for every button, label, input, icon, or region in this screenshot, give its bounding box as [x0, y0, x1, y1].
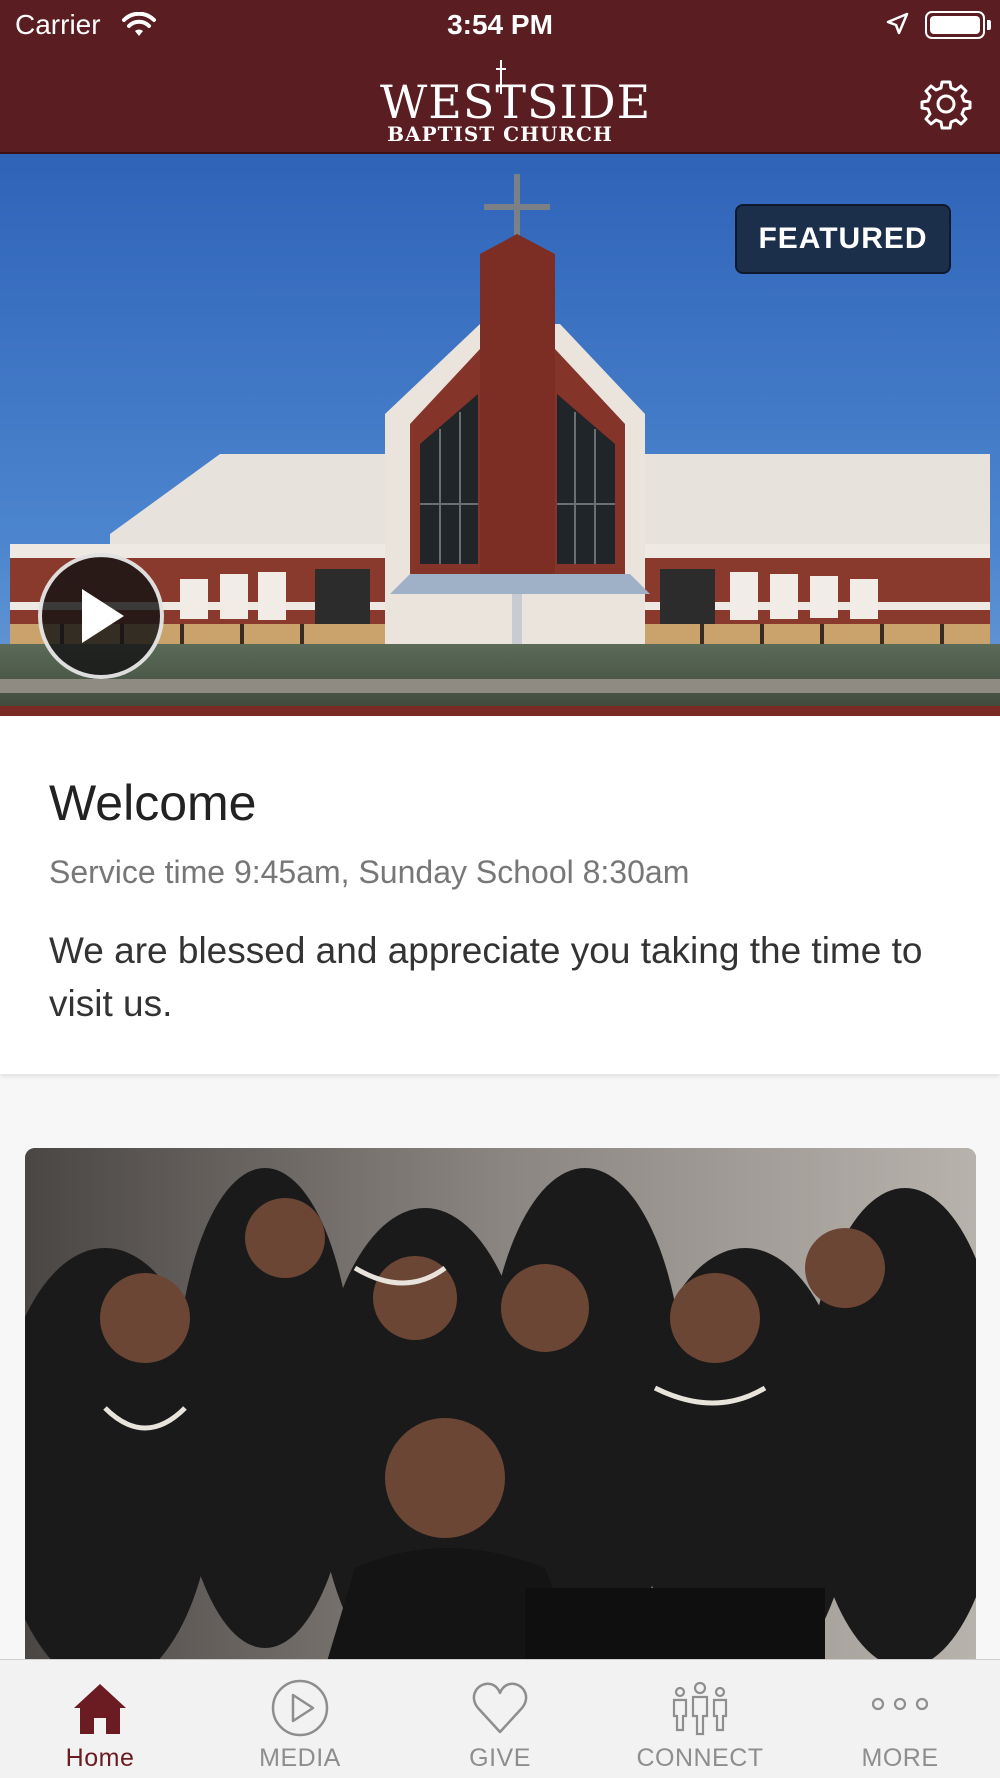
play-button[interactable]: [38, 553, 164, 679]
home-icon: [74, 1684, 126, 1734]
people-icon: [672, 1681, 728, 1736]
logo-line2: BAPTIST CHURCH: [387, 122, 613, 146]
church-logo: WESTSIDE BAPTIST CHURCH: [380, 60, 650, 146]
service-times: Service time 9:45am, Sunday School 8:30a…: [49, 854, 690, 890]
logo-cross-icon: [496, 60, 506, 94]
status-bar: Carrier 3:54 PM: [0, 0, 1000, 50]
welcome-card[interactable]: Welcome Service time 9:45am, Sunday Scho…: [0, 716, 1000, 1074]
location-arrow-icon: [886, 12, 909, 35]
more-dots-icon: [871, 1697, 929, 1711]
tab-connect[interactable]: CONNECT: [600, 1660, 800, 1778]
tab-connect-label: CONNECT: [636, 1744, 764, 1772]
welcome-title: Welcome: [49, 775, 257, 831]
choir-photo-card[interactable]: [25, 1148, 976, 1668]
app-header: Carrier 3:54 PM WESTSIDE BAPTIST CHURCH: [0, 0, 1000, 154]
tab-more-label: MORE: [861, 1744, 939, 1772]
status-time: 3:54 PM: [447, 9, 553, 40]
tab-media-label: MEDIA: [259, 1744, 341, 1772]
tab-home[interactable]: Home: [0, 1660, 200, 1778]
heart-icon: [472, 1682, 528, 1734]
featured-badge[interactable]: FEATURED: [735, 204, 951, 274]
battery-icon: [925, 11, 985, 39]
gear-icon[interactable]: [920, 78, 972, 130]
tab-give-label: GIVE: [469, 1744, 531, 1772]
welcome-message: We are blessed and appreciate you taking…: [49, 930, 923, 1024]
choir-photo: [25, 1148, 976, 1668]
tab-bar: Home MEDIA GIVE CONNECT MORE: [0, 1659, 1000, 1778]
tab-more[interactable]: MORE: [800, 1660, 1000, 1778]
tab-media[interactable]: MEDIA: [200, 1660, 400, 1778]
battery-nub: [987, 20, 991, 30]
play-icon: [82, 589, 124, 643]
tab-give[interactable]: GIVE: [400, 1660, 600, 1778]
tab-home-label: Home: [65, 1744, 135, 1772]
play-circle-icon: [271, 1679, 329, 1737]
